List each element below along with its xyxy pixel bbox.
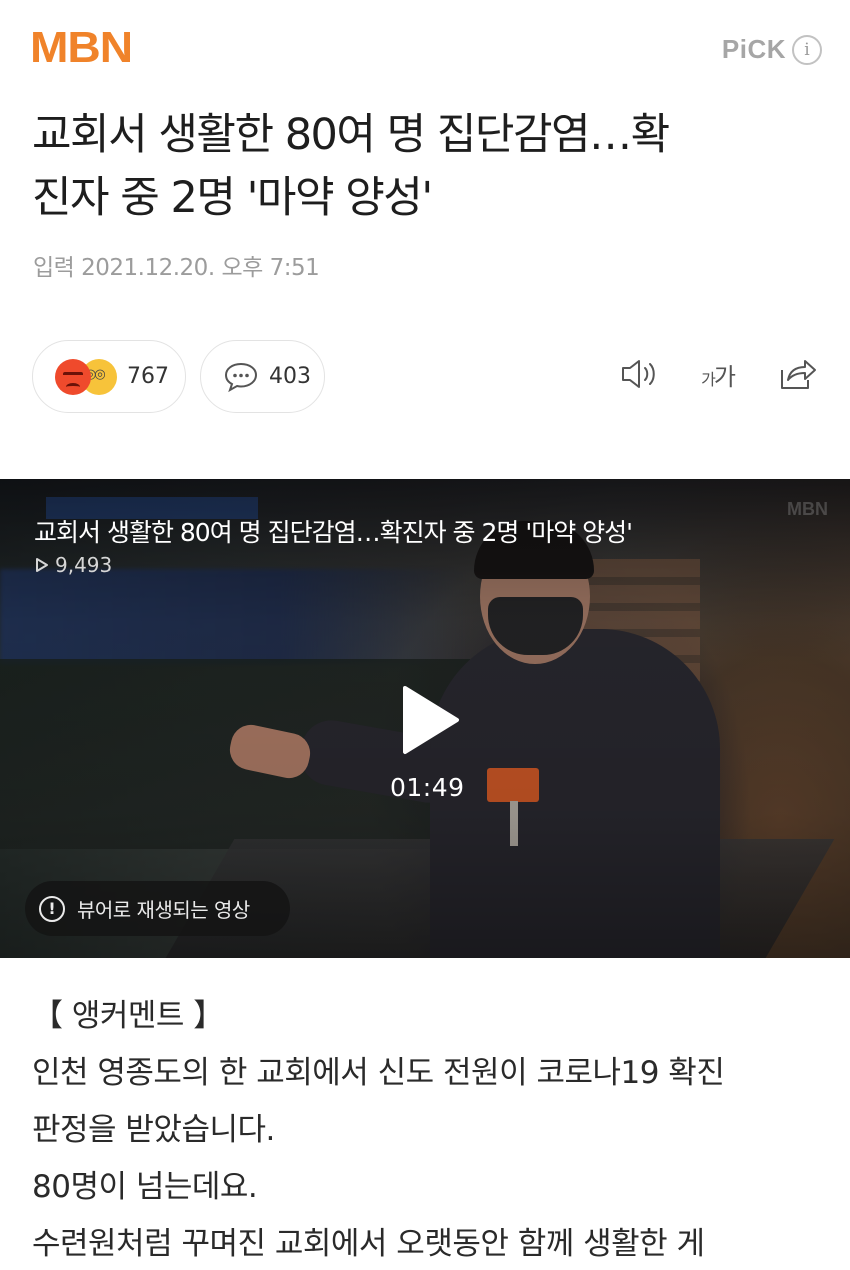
- video-player[interactable]: MBN 교회서 생활한 80여 명 집단감염…확진자 중 2명 '마약 양성' …: [0, 479, 850, 958]
- pick-badge[interactable]: PiCK i: [722, 34, 822, 65]
- mbn-logo[interactable]: MBN: [30, 26, 133, 70]
- alert-icon: !: [39, 895, 65, 922]
- article-body-line: 수련원처럼 꾸며진 교회에서 오랫동안 함께 생활한 게: [32, 1226, 705, 1262]
- comment-bubble-icon: [224, 362, 258, 392]
- share-icon: [781, 360, 816, 389]
- pick-label: PiCK: [721, 34, 786, 64]
- article-title: 교회서 생활한 80여 명 집단감염…확 진자 중 2명 '마약 양성': [32, 104, 832, 230]
- header: MBN PiCK i: [0, 0, 850, 96]
- font-small-label: 가: [701, 369, 716, 389]
- article-body-line: 80명이 넘는데요.: [32, 1169, 258, 1205]
- speaker-icon: [622, 360, 655, 388]
- tts-button[interactable]: [617, 352, 661, 396]
- reaction-button[interactable]: 767: [32, 340, 186, 413]
- article-body-line: 【 앵커멘트 】: [32, 998, 224, 1034]
- comment-button[interactable]: 403: [200, 340, 325, 413]
- comment-count: 403: [269, 364, 311, 389]
- viewer-notice-text: 뷰어로 재생되는 영상: [77, 898, 250, 922]
- angry-emoji-icon: [55, 358, 91, 395]
- article-tools: 가가: [617, 352, 820, 396]
- share-button[interactable]: [776, 352, 820, 396]
- font-size-button[interactable]: 가가: [701, 357, 736, 392]
- article-date: 입력 2021.12.20. 오후 7:51: [33, 255, 320, 281]
- reaction-count: 767: [127, 364, 169, 389]
- video-view-count: 9,493: [35, 553, 112, 577]
- article-body-line: 인천 영종도의 한 교회에서 신도 전원이 코로나19 확진: [32, 1055, 725, 1091]
- article-title-line1: 교회서 생활한 80여 명 집단감염…확: [32, 110, 670, 160]
- play-count-icon: [36, 558, 48, 572]
- video-title: 교회서 생활한 80여 명 집단감염…확진자 중 2명 '마약 양성': [34, 518, 633, 547]
- play-icon[interactable]: [399, 684, 461, 756]
- info-icon[interactable]: i: [792, 34, 822, 65]
- article-body-line: 판정을 받았습니다.: [32, 1112, 275, 1148]
- article-title-line2: 진자 중 2명 '마약 양성': [32, 173, 433, 223]
- viewer-notice: ! 뷰어로 재생되는 영상: [25, 881, 290, 936]
- article-body: 【 앵커멘트 】 인천 영종도의 한 교회에서 신도 전원이 코로나19 확진 …: [32, 988, 832, 1270]
- video-views-value: 9,493: [55, 553, 113, 577]
- video-duration: 01:49: [390, 773, 465, 802]
- font-large-label: 가: [713, 362, 736, 391]
